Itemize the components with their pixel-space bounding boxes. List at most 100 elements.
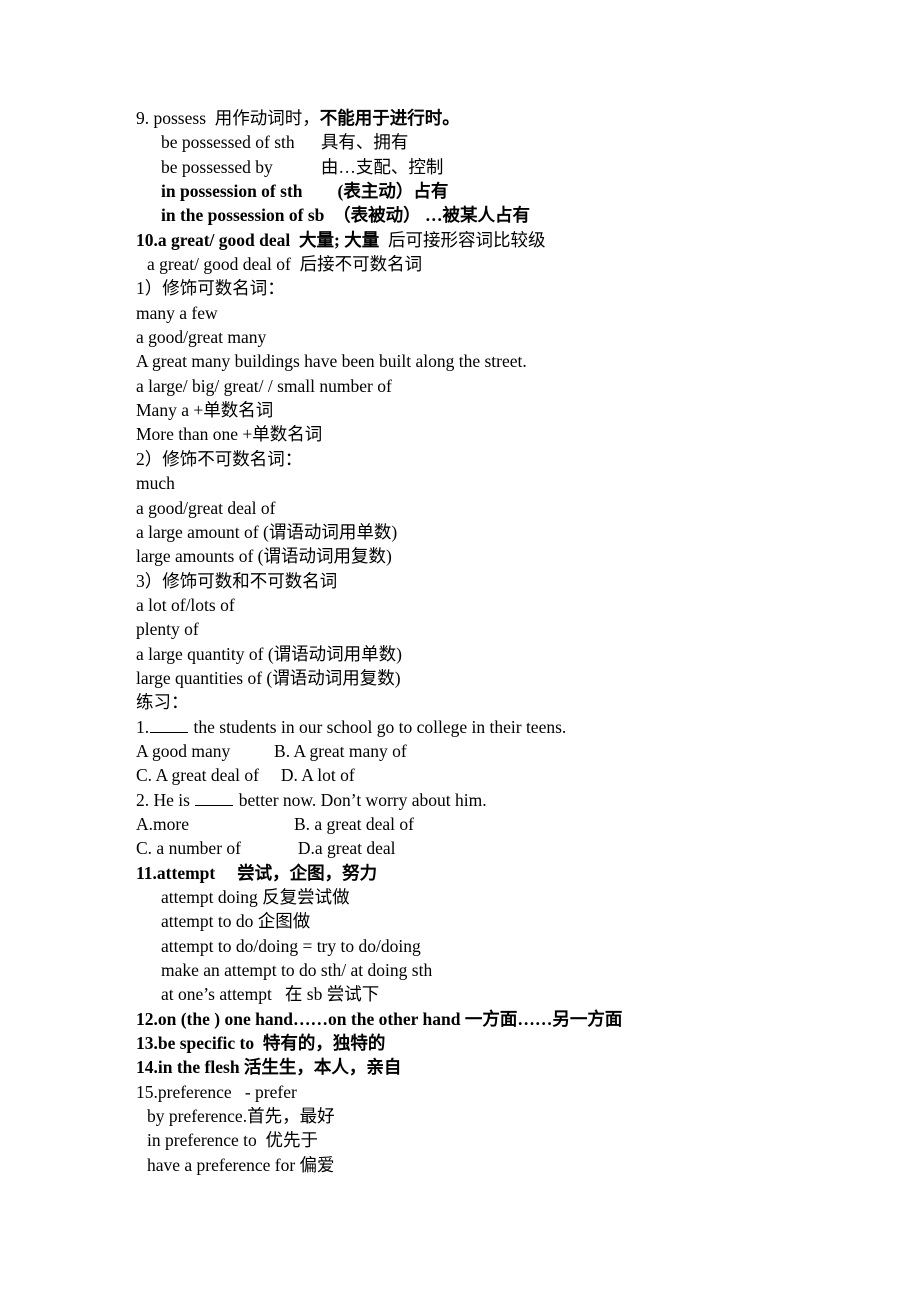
entry-13: 13.be specific to 特有的，独特的 — [136, 1031, 860, 1055]
text-line: A good many B. A great many of — [136, 739, 860, 763]
text-line: make an attempt to do sth/ at doing sth — [161, 958, 860, 982]
text-line: a large/ big/ great/ / small number of — [136, 374, 860, 398]
text-line: 10.a great/ good deal 大量; 大量 后可接形容词比较级 — [136, 228, 860, 252]
text-segment: attempt to do 企图做 — [161, 911, 311, 932]
text-segment: attempt to do/doing = try to do/doing — [161, 935, 421, 956]
text-line: a lot of/lots of — [136, 593, 860, 617]
text-line: by preference.首先，最好 — [147, 1104, 860, 1128]
text-segment: More than one +单数名词 — [136, 424, 323, 445]
text-line: 1）修饰可数名词： — [136, 276, 860, 300]
text-segment: plenty of — [136, 619, 199, 640]
text-segment: C. a number of D.a great deal — [136, 838, 396, 859]
entry-12: 12.on (the ) one hand……on the other hand… — [136, 1007, 860, 1031]
text-line: 11.attempt 尝试，企图，努力 — [136, 861, 860, 885]
text-line: attempt doing 反复尝试做 — [161, 885, 860, 909]
text-segment: be possessed of sth 具有、拥有 — [161, 132, 409, 153]
text-line: 1. the students in our school go to coll… — [136, 715, 860, 739]
text-segment: be possessed by 由…支配、控制 — [161, 156, 444, 177]
text-line: have a preference for 偏爱 — [147, 1153, 860, 1177]
text-line: be possessed by 由…支配、控制 — [161, 155, 860, 179]
text-segment: 2）修饰不可数名词： — [136, 448, 303, 469]
text-line: attempt to do 企图做 — [161, 909, 860, 933]
entry-9: 9. possess 用作动词时，不能用于进行时。 be possessed of… — [136, 106, 860, 228]
text-segment: much — [136, 473, 175, 494]
text-segment: a great/ good deal of 后接不可数名词 — [147, 254, 423, 275]
text-segment-bold: 不能用于进行时。 — [319, 108, 460, 128]
text-segment-bold: 10.a great/ good deal 大量; 大量 — [136, 229, 380, 250]
text-line: C. a number of D.a great deal — [136, 836, 860, 860]
text-line: a great/ good deal of 后接不可数名词 — [147, 252, 860, 276]
text-segment-bold: 11.attempt 尝试，企图，努力 — [136, 862, 378, 883]
text-line: 13.be specific to 特有的，独特的 — [136, 1031, 860, 1055]
document-page: 9. possess 用作动词时，不能用于进行时。 be possessed of… — [0, 0, 920, 1302]
text-segment: at one’s attempt 在 sb 尝试下 — [161, 984, 380, 1005]
text-segment: 1）修饰可数名词： — [136, 278, 285, 299]
text-segment: the students in our school go to college… — [189, 716, 567, 737]
text-segment: a good/great deal of — [136, 497, 276, 518]
text-line: More than one +单数名词 — [136, 422, 860, 446]
exercises: 练习： 1. the students in our school go to c… — [136, 690, 860, 860]
text-line: many a few — [136, 301, 860, 325]
fill-in-blank[interactable] — [195, 790, 234, 806]
text-line: large quantities of (谓语动词用复数) — [136, 666, 860, 690]
text-line: be possessed of sth 具有、拥有 — [161, 130, 860, 154]
text-line: a large amount of (谓语动词用单数) — [136, 520, 860, 544]
text-line: a good/great many — [136, 325, 860, 349]
text-segment: Many a +单数名词 — [136, 400, 274, 421]
text-line: C. A great deal of D. A lot of — [136, 763, 860, 787]
text-line: Many a +单数名词 — [136, 398, 860, 422]
text-line: A.more B. a great deal of — [136, 812, 860, 836]
text-segment: large amounts of (谓语动词用复数) — [136, 546, 392, 567]
text-segment-bold: in the possession of sb （表被动） …被某人占有 — [161, 205, 531, 226]
text-segment: A.more B. a great deal of — [136, 813, 414, 834]
fill-in-blank[interactable] — [150, 717, 189, 733]
text-line: a large quantity of (谓语动词用单数) — [136, 642, 860, 666]
text-segment-bold: in possession of sth (表主动）占有 — [161, 181, 449, 202]
text-line: 练习： — [136, 690, 860, 714]
document-body: 9. possess 用作动词时，不能用于进行时。 be possessed of… — [136, 106, 860, 1177]
text-segment: 练习： — [136, 692, 189, 713]
text-segment: attempt doing 反复尝试做 — [161, 887, 350, 907]
text-segment: A great many buildings have been built a… — [136, 351, 527, 372]
text-segment: a large/ big/ great/ / small number of — [136, 375, 392, 396]
text-segment: 2. He is — [136, 789, 195, 810]
text-segment: better now. Don’t worry about him. — [234, 789, 487, 810]
text-segment: large quantities of (谓语动词用复数) — [136, 667, 401, 688]
text-segment: by preference.首先，最好 — [147, 1106, 335, 1127]
text-line: a good/great deal of — [136, 496, 860, 520]
entry-10: 10.a great/ good deal 大量; 大量 后可接形容词比较级 a … — [136, 228, 860, 691]
text-line: in possession of sth (表主动）占有 — [161, 179, 860, 203]
text-segment-bold: 12.on (the ) one hand……on the other hand… — [136, 1008, 623, 1029]
text-segment: C. A great deal of D. A lot of — [136, 765, 355, 786]
text-segment: a good/great many — [136, 327, 267, 348]
text-line: 3）修饰可数和不可数名词 — [136, 569, 860, 593]
text-line: 15.preference - prefer — [136, 1080, 860, 1104]
text-segment: A good many B. A great many of — [136, 740, 407, 761]
text-segment: 3）修饰可数和不可数名词 — [136, 570, 338, 591]
text-line: 14.in the flesh 活生生，本人，亲自 — [136, 1055, 860, 1079]
text-segment: a large quantity of (谓语动词用单数) — [136, 643, 403, 664]
text-segment: in preference to 优先于 — [147, 1130, 319, 1151]
text-segment: many a few — [136, 302, 218, 323]
text-segment: make an attempt to do sth/ at doing sth — [161, 960, 433, 981]
text-segment: a large amount of (谓语动词用单数) — [136, 521, 398, 542]
entry-14: 14.in the flesh 活生生，本人，亲自 — [136, 1055, 860, 1079]
text-line: at one’s attempt 在 sb 尝试下 — [161, 982, 860, 1006]
text-line: 2. He is better now. Don’t worry about h… — [136, 788, 860, 812]
text-line: plenty of — [136, 617, 860, 641]
text-line: large amounts of (谓语动词用复数) — [136, 544, 860, 568]
text-line: attempt to do/doing = try to do/doing — [161, 934, 860, 958]
text-segment: 15.preference - prefer — [136, 1081, 297, 1102]
text-segment: 后可接形容词比较级 — [379, 229, 546, 250]
text-line: 2）修饰不可数名词： — [136, 447, 860, 471]
text-line: much — [136, 471, 860, 495]
text-segment-bold: 14.in the flesh 活生生，本人，亲自 — [136, 1057, 402, 1078]
text-line: in the possession of sb （表被动） …被某人占有 — [161, 203, 860, 227]
text-segment: 1. — [136, 716, 150, 737]
text-segment-bold: 13.be specific to 特有的，独特的 — [136, 1033, 386, 1054]
text-line: in preference to 优先于 — [147, 1128, 860, 1152]
text-segment: have a preference for 偏爱 — [147, 1154, 335, 1175]
entry-15: 15.preference - prefer by preference.首先，最… — [136, 1080, 860, 1177]
text-line: 9. possess 用作动词时，不能用于进行时。 — [136, 106, 860, 130]
text-segment: 9. possess 用作动词时， — [136, 108, 320, 128]
